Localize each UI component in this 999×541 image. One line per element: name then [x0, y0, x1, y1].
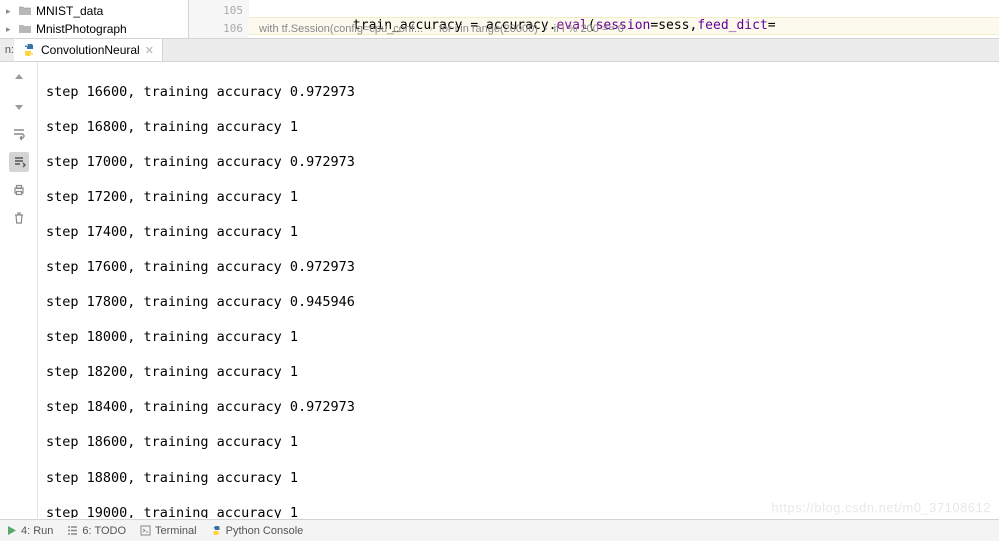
console-gutter [0, 62, 38, 518]
console-line: step 18400, training accuracy 0.972973 [46, 399, 355, 415]
chevron-right-icon: ▸ [6, 6, 14, 17]
editor-gutter: 106 [189, 18, 249, 38]
editor-area[interactable]: 105 106 train_accuracy = accuracy.eval(s… [189, 0, 999, 38]
breadcrumb-segment[interactable]: with tf.Session(config=cpu_conf... [259, 23, 423, 35]
toolwindow-label: 4: Run [21, 525, 53, 537]
list-icon [67, 525, 78, 536]
terminal-icon [140, 525, 151, 536]
soft-wrap-icon[interactable] [9, 124, 29, 144]
tree-item-label: MnistPhotograph [36, 22, 127, 36]
editor-breadcrumb: with tf.Session(config=cpu_conf... › for… [259, 20, 624, 38]
console-line: step 18600, training accuracy 1 [46, 434, 298, 450]
console-line: step 18000, training accuracy 1 [46, 329, 298, 345]
chevron-right-icon: ▸ [6, 24, 14, 35]
console-line: step 17200, training accuracy 1 [46, 189, 298, 205]
play-icon [6, 525, 17, 536]
console-row: step 16600, training accuracy 0.972973 s… [0, 62, 999, 518]
up-arrow-icon[interactable] [9, 68, 29, 88]
console-line: step 17400, training accuracy 1 [46, 224, 298, 240]
trash-icon[interactable] [9, 208, 29, 228]
close-icon[interactable]: ✕ [145, 44, 154, 57]
toolwindow-python-console[interactable]: Python Console [211, 525, 304, 537]
folder-icon [18, 22, 32, 36]
toolwindow-label: 6: TODO [82, 525, 126, 537]
run-tab-label: ConvolutionNeural [41, 43, 140, 57]
toolwindow-label: Python Console [226, 525, 304, 537]
console-line: step 16600, training accuracy 0.972973 [46, 84, 355, 100]
tree-item-mnist-photograph[interactable]: ▸ MnistPhotograph [0, 20, 188, 38]
toolwindow-todo[interactable]: 6: TODO [67, 525, 126, 537]
chevron-right-icon: › [429, 23, 433, 35]
run-label-prefix: n: [0, 44, 14, 56]
tree-item-mnist-data[interactable]: ▸ MNIST_data [0, 2, 188, 20]
console-line: step 16800, training accuracy 1 [46, 119, 298, 135]
run-tab-convolutionneural[interactable]: ConvolutionNeural ✕ [14, 39, 163, 61]
python-icon [211, 525, 222, 536]
scroll-to-end-icon[interactable] [9, 152, 29, 172]
run-tool-tab-row: n: ConvolutionNeural ✕ [0, 39, 999, 62]
tree-item-label: MNIST_data [36, 4, 103, 18]
console-output[interactable]: step 16600, training accuracy 0.972973 s… [38, 62, 999, 518]
console-line: step 19000, training accuracy 1 [46, 505, 298, 518]
toolwindow-label: Terminal [155, 525, 197, 537]
line-number: 106 [223, 22, 243, 35]
top-row: ▸ MNIST_data ▸ MnistPhotograph 105 106 t… [0, 0, 999, 39]
print-icon[interactable] [9, 180, 29, 200]
breadcrumb-segment[interactable]: for i in range(20000) [439, 23, 538, 35]
bottom-tool-bar: 4: Run 6: TODO Terminal Python Console [0, 519, 999, 541]
line-number: 105 [223, 4, 243, 17]
console-line: step 17600, training accuracy 0.972973 [46, 259, 355, 275]
folder-icon [18, 4, 32, 18]
console-line: step 18200, training accuracy 1 [46, 364, 298, 380]
toolwindow-terminal[interactable]: Terminal [140, 525, 197, 537]
toolwindow-run[interactable]: 4: Run [6, 525, 53, 537]
chevron-right-icon: › [544, 23, 548, 35]
python-icon [22, 43, 36, 57]
console-line: step 18800, training accuracy 1 [46, 470, 298, 486]
project-tree: ▸ MNIST_data ▸ MnistPhotograph [0, 0, 189, 38]
breadcrumb-segment[interactable]: if i % 200 == 0 [554, 23, 624, 35]
console-line: step 17800, training accuracy 0.945946 [46, 294, 355, 310]
down-arrow-icon[interactable] [9, 96, 29, 116]
console-line: step 17000, training accuracy 0.972973 [46, 154, 355, 170]
editor-gutter: 105 [189, 0, 249, 20]
